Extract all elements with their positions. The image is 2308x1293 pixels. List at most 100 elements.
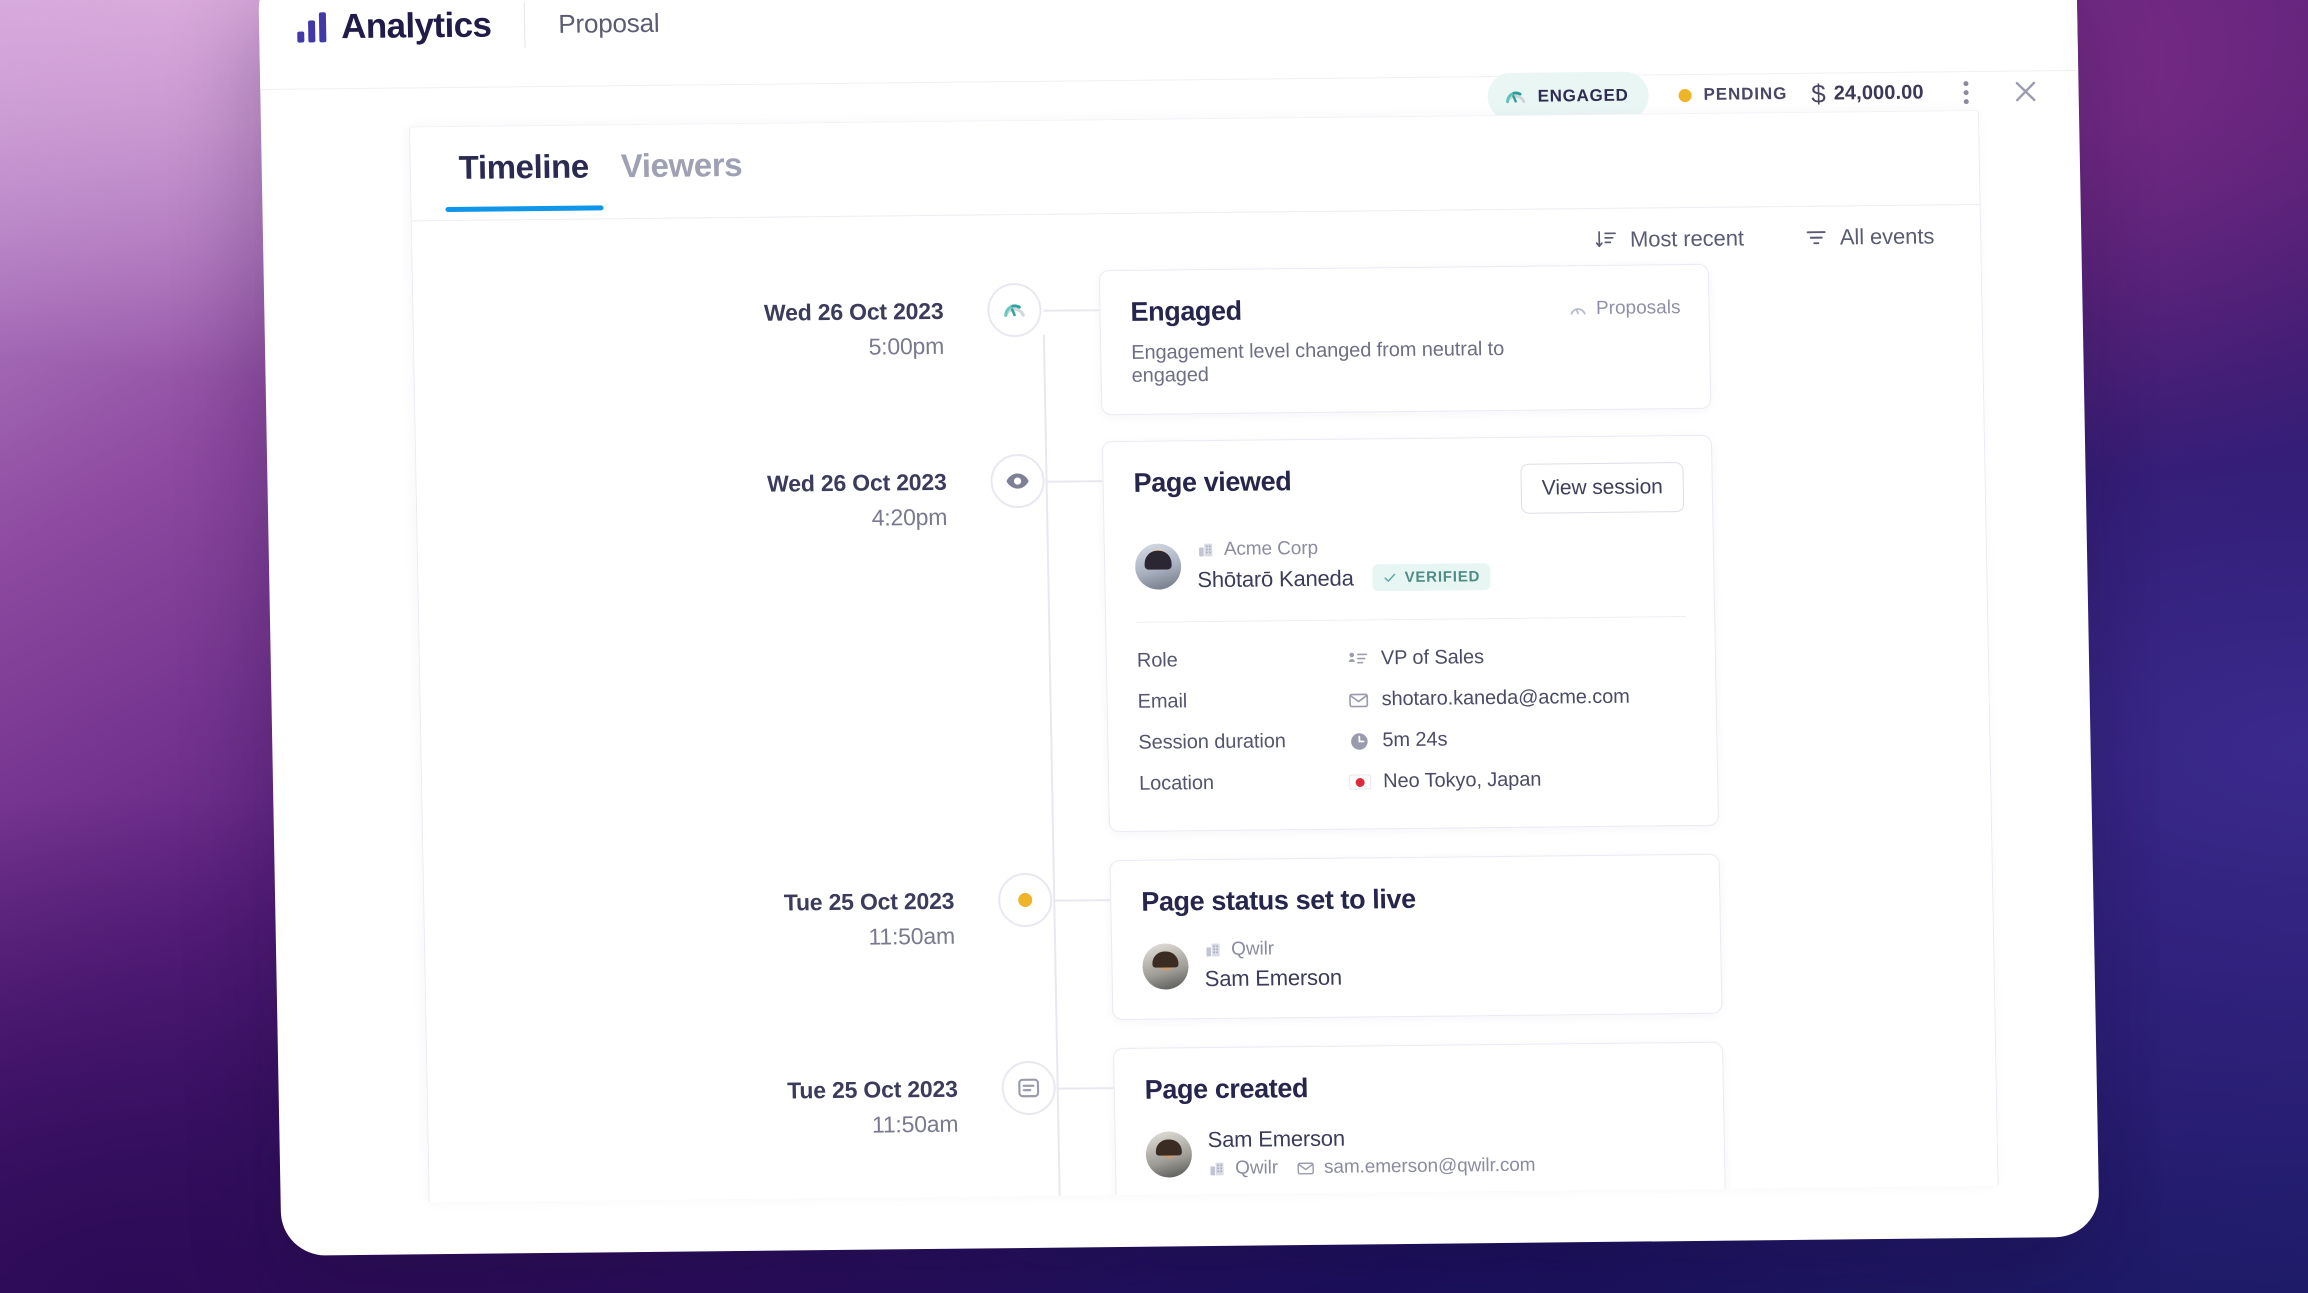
timeline-list: Wed 26 Oct 2023 5:00pm Engaged Engagemen… [412,205,1998,1203]
detail-row: Role VP of Sales [1137,635,1688,682]
envelope-icon [1347,689,1381,711]
detail-value: 5m 24s [1382,728,1448,752]
event-card[interactable]: Engaged Engagement level changed from ne… [1098,263,1712,416]
timeline-node [984,861,1111,928]
building-icon [1208,1160,1226,1178]
status-badge: VERIFIED [1372,563,1491,592]
node-circle [997,872,1053,928]
event-date: Tue 25 Oct 2023 [783,887,955,916]
avatar [1134,543,1182,590]
person-name: Sam Emerson [1207,1125,1346,1153]
event-card[interactable]: Page status set to live Qwilr Sam Emerso… [1109,853,1723,1021]
gauge-icon [1567,299,1588,320]
gauge-icon [1502,84,1528,110]
header-divider [523,1,526,48]
node-circle [986,282,1042,338]
person-org: Acme Corp [1223,537,1319,560]
brand-name: Analytics [340,5,492,46]
person-name: Shōtarō Kaneda [1197,565,1354,592]
event-person: Acme Corp Shōtarō Kaneda VERIFIED [1134,534,1686,594]
event-timestamp: Wed 26 Oct 2023 5:00pm [413,272,975,366]
node-connector [1057,1087,1114,1090]
gauge-icon [1000,296,1029,324]
event-time: 11:50am [871,1110,959,1138]
tab-timeline[interactable]: Timeline [442,125,606,211]
event-subtitle: Engagement level changed from neutral to… [1131,337,1505,387]
person-org: Qwilr [1235,1157,1279,1179]
node-circle [1001,1060,1057,1116]
document-title: Proposal [558,7,660,39]
app-window-wrapper: Analytics Proposal ENGAGED PENDING $ 24,… [258,0,2100,1256]
timeline-node [987,1049,1114,1116]
eye-icon [1003,467,1032,495]
clock-icon [1348,730,1382,752]
event-title: Page viewed [1133,466,1292,498]
event-person: Sam Emerson Qwilr sam.emerson@qwilr.com [1145,1122,1696,1181]
tab-viewers[interactable]: Viewers [604,124,759,210]
flag-japan-icon [1349,774,1383,790]
detail-label: Role [1136,649,1178,672]
event-date: Tue 25 Oct 2023 [787,1075,958,1104]
building-icon [1204,941,1222,959]
detail-label: Email [1137,690,1188,713]
deal-amount: $ 24,000.00 [1811,77,1924,109]
tab-bar: Timeline Viewers [409,110,1980,222]
event-timestamp: Wed 26 Oct 2023 4:20pm [416,442,978,536]
deal-status[interactable]: PENDING [1678,84,1787,105]
status-dot-icon [1678,88,1692,102]
node-connector [1046,480,1103,483]
event-title: Page created [1144,1073,1309,1105]
check-icon [1382,570,1397,585]
event-title: Page status set to live [1141,883,1416,917]
status-badge-label: VERIFIED [1404,568,1481,587]
timeline-event: Wed 26 Oct 2023 4:20pm Page viewed View … [416,432,1991,839]
event-date: Wed 26 Oct 2023 [766,468,947,497]
engagement-status-label: ENGAGED [1537,85,1629,106]
card-divider [1136,616,1687,623]
detail-row: Location Neo Tokyo, Japan [1139,758,1690,805]
event-title: Engaged [1130,295,1242,327]
timeline-node [976,442,1103,509]
node-connector [1043,309,1100,312]
document-icon [1015,1075,1041,1101]
event-source-label: Proposals [1595,297,1681,319]
session-details-table: Role VP of Sales Email shotaro.kaneda@ac… [1137,635,1690,805]
detail-value: Neo Tokyo, Japan [1382,768,1542,793]
event-timestamp: Tue 25 Oct 2023 11:50am [424,861,986,955]
person-name: Sam Emerson [1204,964,1343,992]
node-circle [990,453,1046,509]
currency-symbol: $ [1810,78,1826,109]
event-time: 4:20pm [871,503,948,531]
timeline-event: Wed 26 Oct 2023 5:00pm Engaged Engagemen… [413,261,1984,422]
amber-dot-icon [1018,892,1033,908]
event-timestamp: Tue 25 Oct 2023 11:50am [427,1049,989,1143]
event-card[interactable]: Page created Sam Emerson Qwilr sam.emers… [1112,1041,1727,1203]
avatar [1145,1130,1193,1178]
event-time: 5:00pm [868,332,945,360]
envelope-icon [1296,1158,1315,1177]
deal-status-label: PENDING [1703,83,1788,104]
event-card[interactable]: Page viewed View session Acme Corp Shōta… [1101,434,1719,833]
timeline-event: Tue 25 Oct 2023 11:50am Page status set … [424,851,1995,1027]
event-date: Wed 26 Oct 2023 [763,297,944,326]
role-list-icon [1347,648,1381,670]
detail-value: VP of Sales [1380,646,1485,670]
deal-amount-value: 24,000.00 [1833,81,1924,105]
bar-chart-logo-icon [297,11,327,43]
detail-row: Email shotaro.kaneda@acme.com [1137,676,1688,723]
building-icon [1197,541,1215,559]
node-connector [1054,899,1111,902]
analytics-panel: Timeline Viewers Most recent All events … [408,109,1999,1203]
timeline-node [973,271,1100,338]
avatar [1142,942,1189,990]
kebab-menu-icon[interactable] [1957,75,1975,110]
person-email: sam.emerson@qwilr.com [1323,1154,1536,1178]
event-time: 11:50am [868,922,956,950]
app-window: Analytics Proposal ENGAGED PENDING $ 24,… [258,0,2100,1256]
close-icon[interactable] [2008,74,2043,108]
detail-row: Session duration 5m 24s [1138,717,1689,764]
brand-block[interactable]: Analytics [297,5,492,47]
detail-label: Session duration [1138,730,1286,754]
person-org: Qwilr [1230,938,1275,960]
view-session-button[interactable]: View session [1520,462,1685,514]
